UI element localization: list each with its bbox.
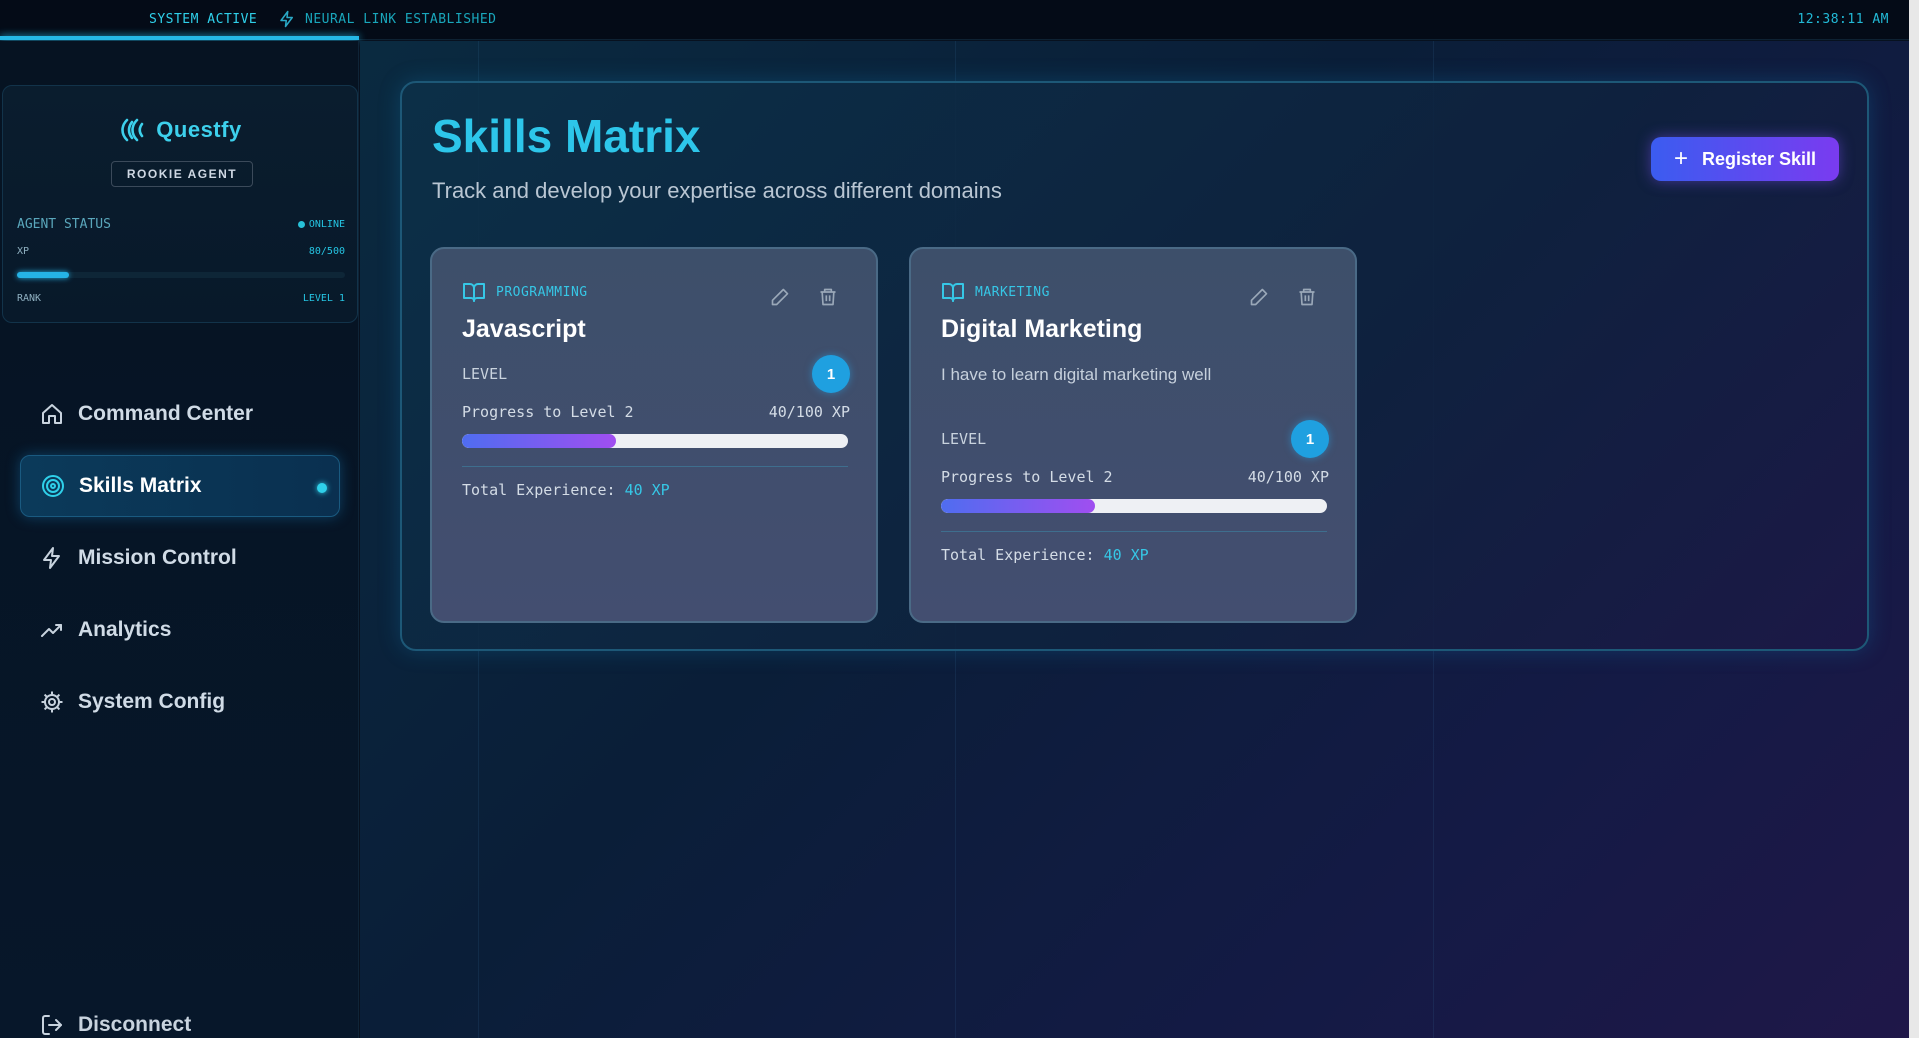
sidebar-item-skills-matrix[interactable]: Skills Matrix [20, 455, 340, 517]
xp-label: XP [17, 246, 30, 257]
online-indicator: ONLINE [297, 219, 345, 230]
sidebar: Questfy ROOKIE AGENT AGENT STATUS ONLINE… [0, 41, 359, 1038]
xp-row: XP 80/500 [17, 246, 345, 257]
edit-icon[interactable] [1249, 287, 1269, 307]
skill-card[interactable]: MARKETING Digital Marketing I have to le… [909, 247, 1357, 623]
gear-icon [41, 691, 63, 713]
page-title: Skills Matrix [432, 110, 701, 162]
target-icon [42, 475, 64, 497]
book-icon [942, 283, 964, 302]
sidebar-nav: Command Center Skills Matrix Mission Con… [20, 383, 340, 743]
book-icon [463, 283, 485, 302]
logout-icon [42, 1015, 62, 1035]
rank-row: RANK LEVEL 1 [17, 293, 345, 304]
edit-icon[interactable] [770, 287, 790, 307]
sidebar-item-analytics[interactable]: Analytics [20, 599, 340, 661]
total-value: 40 XP [1103, 546, 1149, 564]
online-dot [297, 221, 305, 228]
top-status-bar: SYSTEM ACTIVE NEURAL LINK ESTABLISHED 12… [0, 0, 1909, 40]
sidebar-item-system-config[interactable]: System Config [20, 671, 340, 733]
xp-progress-fill [17, 272, 70, 278]
scrollbar[interactable] [1909, 0, 1919, 1038]
progress-label: Progress to Level 2 [941, 468, 1113, 486]
rank-value: LEVEL 1 [302, 293, 345, 304]
top-progress-line [0, 36, 359, 40]
page-subtitle: Track and develop your expertise across … [432, 178, 1002, 203]
skill-name: Digital Marketing [941, 315, 1143, 343]
sidebar-item-label: Command Center [78, 402, 254, 425]
level-badge: 1 [1291, 420, 1329, 458]
category-row: PROGRAMMING [462, 281, 588, 303]
system-status: SYSTEM ACTIVE [149, 12, 258, 27]
clock: 12:38:11 AM [1797, 12, 1889, 27]
progress-label: Progress to Level 2 [462, 403, 634, 421]
trash-icon[interactable] [818, 287, 838, 307]
progress-value: 40/100 XP [1247, 468, 1329, 486]
skill-name: Javascript [462, 315, 586, 343]
register-skill-label: Register Skill [1701, 148, 1817, 169]
level-label: LEVEL [941, 430, 987, 448]
progress-fill [941, 499, 1096, 513]
progress-row: Progress to Level 2 40/100 XP [462, 403, 850, 421]
bolt-icon [280, 10, 293, 28]
sidebar-item-command-center[interactable]: Command Center [20, 383, 340, 445]
progress-row: Progress to Level 2 40/100 XP [941, 468, 1329, 486]
level-label: LEVEL [462, 365, 508, 383]
card-actions [1249, 287, 1317, 307]
bolt-icon [43, 547, 60, 569]
level-row: LEVEL 1 [462, 355, 850, 393]
sidebar-item-label: Analytics [78, 618, 172, 641]
total-experience: Total Experience: 40 XP [462, 481, 670, 499]
level-row: LEVEL 1 [941, 420, 1329, 458]
total-value: 40 XP [624, 481, 670, 499]
progress-value: 40/100 XP [768, 403, 850, 421]
link-status: NEURAL LINK ESTABLISHED [305, 12, 497, 27]
register-skill-button[interactable]: + Register Skill [1651, 137, 1839, 181]
trash-icon[interactable] [1297, 287, 1317, 307]
total-label: Total Experience: [462, 481, 616, 499]
agent-card: Questfy ROOKIE AGENT AGENT STATUS ONLINE… [2, 85, 358, 323]
sidebar-item-label: Skills Matrix [79, 474, 202, 497]
skills-panel: Skills Matrix Track and develop your exp… [400, 81, 1869, 651]
active-indicator-dot [317, 483, 327, 493]
brand-icon [121, 118, 144, 142]
disconnect-label: Disconnect [78, 1013, 192, 1036]
disconnect-button[interactable]: Disconnect [40, 1013, 191, 1037]
sidebar-item-mission-control[interactable]: Mission Control [20, 527, 340, 589]
agent-status-row: AGENT STATUS ONLINE [17, 217, 345, 232]
category-row: MARKETING [941, 281, 1050, 303]
divider [462, 466, 848, 467]
total-experience: Total Experience: 40 XP [941, 546, 1149, 564]
online-label: ONLINE [308, 219, 345, 230]
skill-category: PROGRAMMING [496, 284, 588, 300]
progress-bar [462, 434, 848, 448]
skill-category: MARKETING [975, 284, 1050, 300]
brand-name: Questfy [156, 117, 242, 142]
progress-bar [941, 499, 1327, 513]
total-label: Total Experience: [941, 546, 1095, 564]
xp-value: 80/500 [308, 246, 345, 257]
level-badge: 1 [812, 355, 850, 393]
plus-icon: + [1673, 145, 1688, 172]
home-icon [42, 404, 62, 424]
trend-icon [41, 624, 62, 637]
skill-description: I have to learn digital marketing well [941, 365, 1212, 384]
skill-card[interactable]: PROGRAMMING Javascript LEVEL 1 Progress … [430, 247, 878, 623]
agent-status-label: AGENT STATUS [17, 217, 111, 232]
divider [941, 531, 1327, 532]
xp-progress-bar [17, 272, 345, 278]
brand-logo[interactable]: Questfy [3, 114, 357, 146]
sidebar-item-label: System Config [78, 690, 226, 713]
sidebar-item-label: Mission Control [78, 546, 237, 569]
rank-label: RANK [17, 293, 42, 304]
card-actions [770, 287, 838, 307]
main-content: Skills Matrix Track and develop your exp… [360, 41, 1909, 1038]
rank-badge: ROOKIE AGENT [111, 161, 253, 187]
progress-fill [462, 434, 617, 448]
